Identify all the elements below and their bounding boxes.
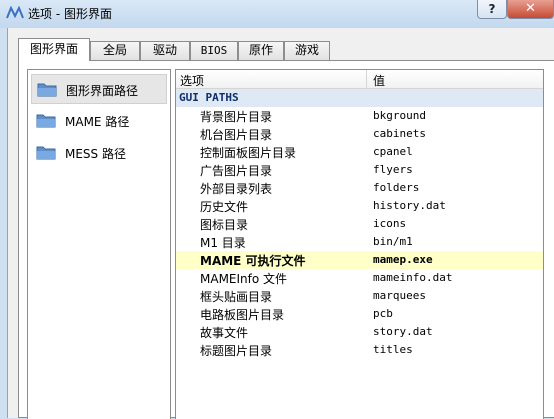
table-row[interactable]: 机台图片目录 cabinets bbox=[176, 125, 543, 143]
option-name: 机台图片目录 bbox=[200, 128, 273, 142]
folder-icon bbox=[36, 114, 56, 128]
list-item-mess-paths[interactable]: MESS 路径 bbox=[31, 138, 167, 168]
column-header-value[interactable]: 值 bbox=[373, 72, 385, 89]
option-value[interactable]: history.dat bbox=[373, 199, 446, 212]
option-name: MAMEInfo 文件 bbox=[200, 272, 288, 286]
option-name: 控制面板图片目录 bbox=[200, 146, 297, 160]
option-name: 外部目录列表 bbox=[200, 182, 273, 196]
option-value[interactable]: bkground bbox=[373, 109, 426, 122]
option-value[interactable]: folders bbox=[373, 181, 419, 194]
tab-driver[interactable]: 驱动 bbox=[140, 41, 190, 60]
table-row[interactable]: 故事文件 story.dat bbox=[176, 323, 543, 341]
table-row[interactable]: 广告图片目录 flyers bbox=[176, 161, 543, 179]
table-row[interactable]: 图标目录 icons bbox=[176, 215, 543, 233]
table-row[interactable]: MAME 可执行文件 mamep.exe bbox=[176, 251, 543, 269]
table-row[interactable]: 标题图片目录 titles bbox=[176, 341, 543, 359]
option-name: 故事文件 bbox=[200, 326, 249, 340]
option-value[interactable]: story.dat bbox=[373, 325, 433, 338]
list-item-mame-paths[interactable]: MAME 路径 bbox=[31, 106, 167, 136]
tab-original[interactable]: 原作 bbox=[238, 41, 284, 60]
option-name: 历史文件 bbox=[200, 200, 249, 214]
window-title: 选项 - 图形界面 bbox=[28, 7, 112, 21]
option-value[interactable]: flyers bbox=[373, 163, 413, 176]
option-value[interactable]: titles bbox=[373, 343, 413, 356]
option-value[interactable]: cabinets bbox=[373, 127, 426, 140]
option-value[interactable]: bin/m1 bbox=[373, 235, 413, 248]
option-name: 广告图片目录 bbox=[200, 164, 273, 178]
option-value[interactable]: cpanel bbox=[373, 145, 413, 158]
group-row-gui-paths[interactable]: GUI PATHS bbox=[176, 89, 543, 107]
table-row[interactable]: 外部目录列表 folders bbox=[176, 179, 543, 197]
tab-game[interactable]: 游戏 bbox=[284, 41, 330, 60]
option-name: 电路板图片目录 bbox=[200, 308, 285, 322]
option-name: 标题图片目录 bbox=[200, 344, 273, 358]
table-row[interactable]: MAMEInfo 文件 mameinfo.dat bbox=[176, 269, 543, 287]
option-value[interactable]: pcb bbox=[373, 307, 393, 320]
table-row[interactable]: 背景图片目录 bkground bbox=[176, 107, 543, 125]
tab-global[interactable]: 全局 bbox=[90, 41, 140, 60]
group-label: GUI PATHS bbox=[179, 91, 239, 104]
table-row[interactable]: 框头贴画目录 marquees bbox=[176, 287, 543, 305]
column-divider[interactable] bbox=[366, 70, 367, 88]
option-value[interactable]: mameinfo.dat bbox=[373, 271, 452, 284]
option-name: MAME 可执行文件 bbox=[200, 254, 306, 268]
dialog-body: 图形界面 全局 驱动 BIOS 原作 游戏 图形界面路径 MAME 路径 MES… bbox=[7, 28, 554, 419]
table-row[interactable]: 历史文件 history.dat bbox=[176, 197, 543, 215]
table-row[interactable]: M1 目录 bin/m1 bbox=[176, 233, 543, 251]
help-button[interactable]: ? bbox=[477, 0, 507, 19]
column-header-option[interactable]: 选项 bbox=[180, 72, 204, 89]
list-item-label: 图形界面路径 bbox=[66, 84, 139, 98]
options-grid: 选项 值 GUI PATHS 背景图片目录 bkground 机台图片目录 cabin… bbox=[175, 69, 544, 419]
option-name: 图标目录 bbox=[200, 218, 249, 232]
folder-icon bbox=[36, 146, 56, 160]
mame-logo-icon bbox=[6, 6, 24, 19]
list-item-label: MESS 路径 bbox=[65, 147, 126, 161]
option-name: 背景图片目录 bbox=[200, 110, 273, 124]
title-bar: 选项 - 图形界面 ? ✕ bbox=[0, 0, 554, 28]
list-item-label: MAME 路径 bbox=[65, 115, 130, 129]
tab-panel: 图形界面路径 MAME 路径 MESS 路径 选项 值 GUI PATHS 背景… bbox=[18, 60, 554, 419]
folder-icon bbox=[37, 83, 57, 97]
close-button[interactable]: ✕ bbox=[507, 0, 554, 19]
option-name: 框头贴画目录 bbox=[200, 290, 273, 304]
table-row[interactable]: 控制面板图片目录 cpanel bbox=[176, 143, 543, 161]
path-category-list: 图形界面路径 MAME 路径 MESS 路径 bbox=[27, 69, 171, 419]
tab-gui[interactable]: 图形界面 bbox=[18, 38, 90, 61]
grid-header: 选项 值 bbox=[176, 70, 543, 89]
option-value[interactable]: icons bbox=[373, 217, 406, 230]
option-value[interactable]: mamep.exe bbox=[373, 253, 433, 266]
tab-bios[interactable]: BIOS bbox=[190, 41, 238, 60]
table-row[interactable]: 电路板图片目录 pcb bbox=[176, 305, 543, 323]
option-value[interactable]: marquees bbox=[373, 289, 426, 302]
option-name: M1 目录 bbox=[200, 236, 246, 250]
list-item-gui-paths[interactable]: 图形界面路径 bbox=[31, 74, 167, 104]
